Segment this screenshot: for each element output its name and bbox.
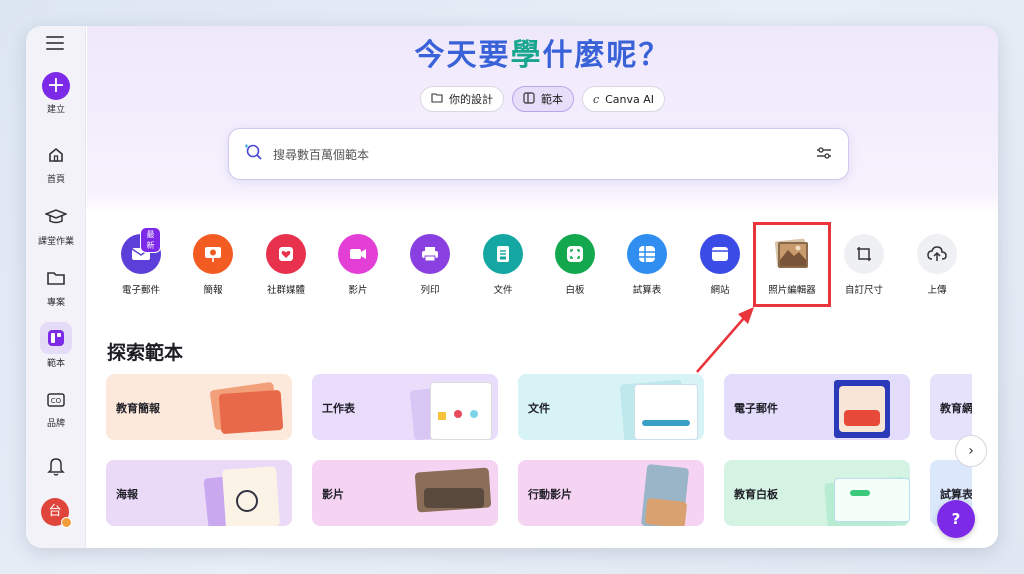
template-grid: 教育簡報 工作表 文件 電子郵件 教育網 海報 影片 行動影片 教育白板 試算表: [106, 374, 972, 529]
template-card-video[interactable]: 影片: [312, 460, 498, 526]
chevron-right-icon: ›: [968, 443, 974, 459]
help-icon: ?: [951, 510, 961, 528]
menu-icon[interactable]: [46, 36, 64, 50]
template-card-edu-presentation[interactable]: 教育簡報: [106, 374, 292, 440]
template-card-edu-web[interactable]: 教育網: [930, 374, 972, 440]
svg-text:CO: CO: [51, 397, 62, 405]
template-card-poster[interactable]: 海報: [106, 460, 292, 526]
sidebar-item-projects[interactable]: 專案: [26, 263, 86, 308]
sidebar-item-create[interactable]: + 建立: [26, 72, 86, 115]
section-title: 探索範本: [107, 342, 184, 364]
sidebar-item-label: 專案: [46, 298, 65, 308]
template-card-document[interactable]: 文件: [518, 374, 704, 440]
sidebar-item-brand[interactable]: CO 品牌: [26, 384, 86, 429]
sidebar-item-label: 品牌: [46, 419, 65, 429]
avatar[interactable]: 台: [41, 498, 72, 528]
card-label: 行動影片: [528, 488, 572, 501]
card-label: 文件: [528, 402, 550, 415]
sidebar-item-label: 建立: [46, 105, 65, 115]
card-label: 工作表: [322, 402, 355, 415]
avatar-initial: 台: [48, 504, 62, 519]
canva-window: + 建立 首頁 課堂作業 專案 範本 CO 品牌 台 今天要學什麼呢？ 你的設計…: [26, 26, 998, 548]
help-button[interactable]: ?: [937, 500, 975, 538]
home-icon: [41, 140, 71, 170]
card-label: 海報: [116, 488, 138, 501]
folder-icon: [41, 263, 71, 293]
scroll-right-button[interactable]: ›: [955, 435, 987, 467]
card-label: 影片: [322, 488, 344, 501]
template-card-worksheet[interactable]: 工作表: [312, 374, 498, 440]
status-badge: [61, 517, 72, 528]
main-content: 今天要學什麼呢？ 你的設計 範本 c Canva AI 搜尋數百萬個範本 最新 …: [87, 26, 998, 548]
card-label: 教育網: [940, 402, 972, 415]
card-label: 教育白板: [734, 488, 778, 501]
card-label: 電子郵件: [734, 402, 778, 415]
sidebar-item-label: 範本: [46, 359, 65, 369]
sidebar: + 建立 首頁 課堂作業 專案 範本 CO 品牌 台: [26, 26, 86, 548]
sidebar-item-label: 課堂作業: [37, 237, 74, 247]
bell-icon: [41, 451, 71, 481]
plus-icon[interactable]: +: [42, 72, 70, 100]
sidebar-item-templates[interactable]: 範本: [26, 322, 86, 369]
sidebar-item-classwork[interactable]: 課堂作業: [26, 202, 86, 247]
graduation-cap-icon: [41, 202, 71, 232]
sidebar-item-home[interactable]: 首頁: [26, 140, 86, 185]
template-icon: [40, 322, 72, 354]
brand-icon: CO: [41, 384, 71, 414]
notifications-button[interactable]: [26, 451, 86, 481]
template-card-mobile-video[interactable]: 行動影片: [518, 460, 704, 526]
card-label: 教育簡報: [116, 402, 160, 415]
sidebar-item-label: 首頁: [46, 175, 65, 185]
template-card-edu-whiteboard[interactable]: 教育白板: [724, 460, 910, 526]
template-card-email[interactable]: 電子郵件: [724, 374, 910, 440]
